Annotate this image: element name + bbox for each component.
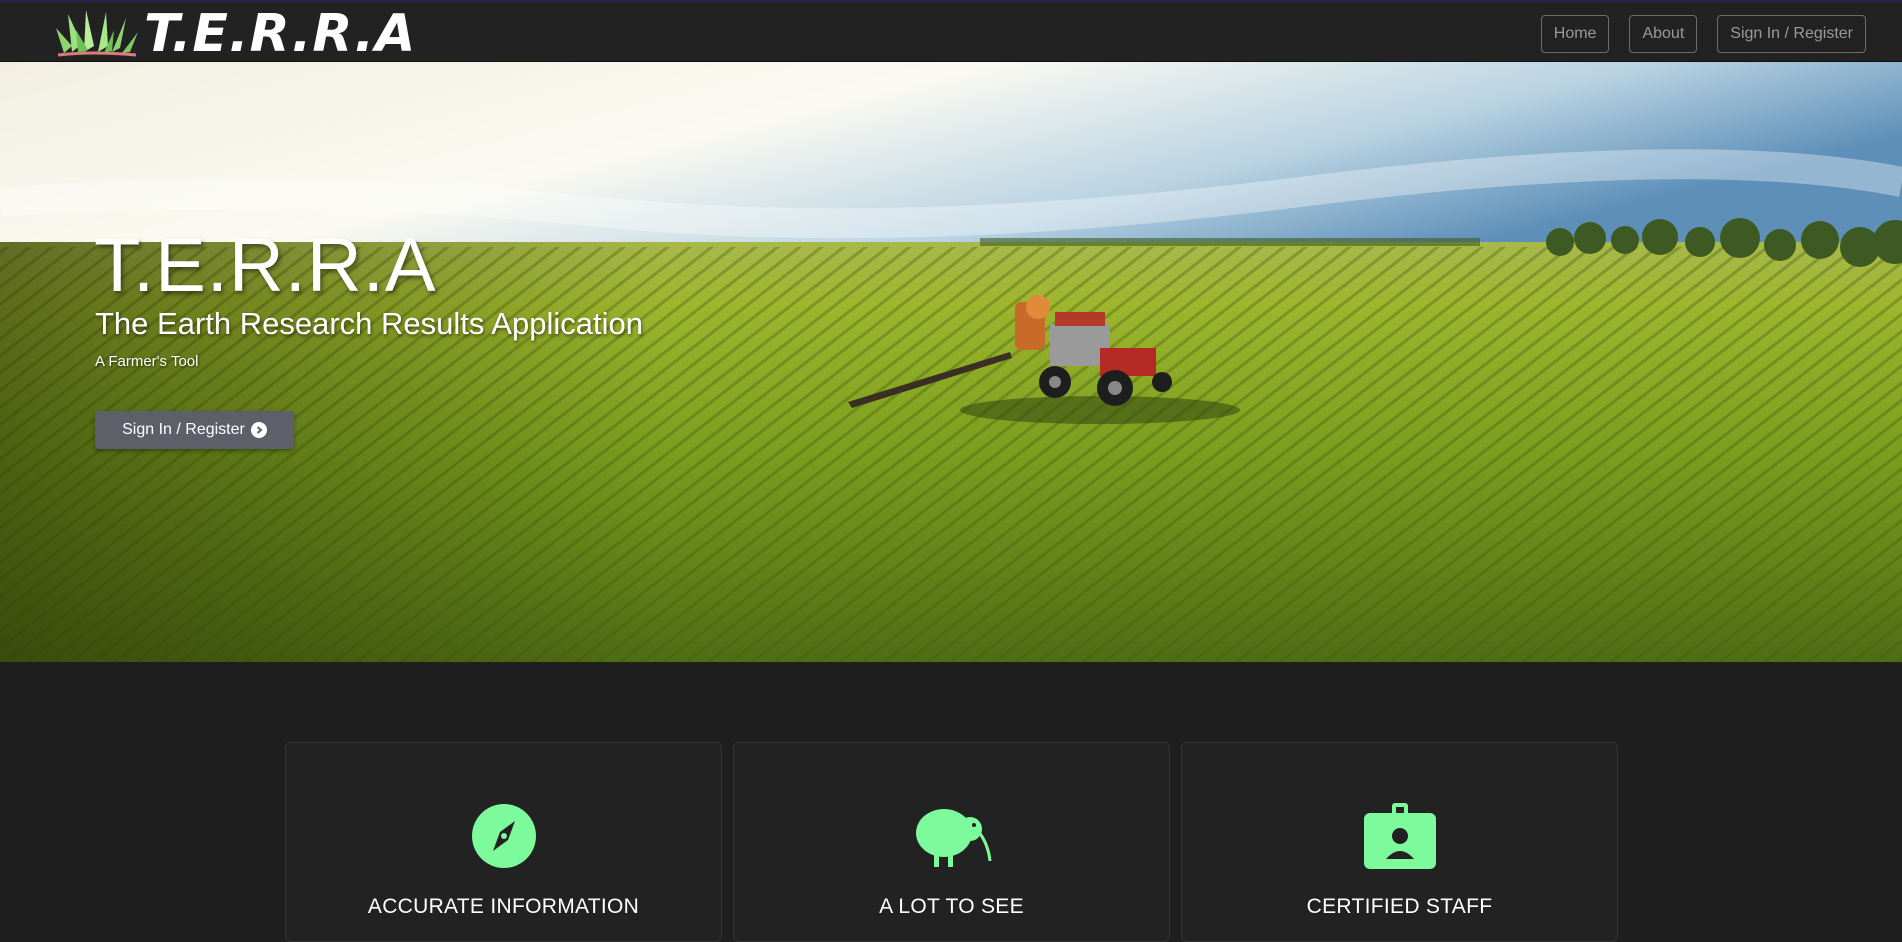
hero-title: T.E.R.R.A	[94, 223, 437, 308]
nav-sign-in-button[interactable]: Sign In / Register	[1717, 15, 1866, 53]
feature-cards: ACCURATE INFORMATION A LOT TO SEE CERTIF…	[285, 742, 1618, 942]
nav-about-button[interactable]: About	[1629, 15, 1698, 53]
navbar: T.E.R.R.A Home About Sign In / Register	[0, 0, 1902, 62]
hero-sign-in-button[interactable]: Sign In / Register	[95, 411, 294, 449]
feature-card: A LOT TO SEE	[733, 742, 1170, 942]
feature-title: A LOT TO SEE	[879, 895, 1024, 918]
hero-sign-in-label: Sign In / Register	[122, 421, 245, 438]
farm-field-image	[0, 62, 1902, 662]
brand-name: T.E.R.R.A	[144, 4, 417, 64]
hero-banner: T.E.R.R.A The Earth Research Results App…	[0, 62, 1902, 662]
id-badge-icon	[1363, 803, 1436, 869]
feature-card: CERTIFIED STAFF	[1181, 742, 1618, 942]
compass-icon	[471, 804, 536, 868]
nav-links: Home About Sign In / Register	[1540, 15, 1866, 53]
kiwi-bird-icon	[915, 809, 991, 867]
feature-title: ACCURATE INFORMATION	[367, 895, 640, 918]
hero-tagline: A Farmer's Tool	[95, 353, 199, 370]
hero-subtitle: The Earth Research Results Application	[95, 306, 643, 341]
chevron-right-circle-icon	[250, 422, 267, 438]
brand[interactable]: T.E.R.R.A	[54, 6, 416, 62]
nav-home-button[interactable]: Home	[1540, 15, 1610, 53]
agave-logo-icon	[56, 10, 138, 57]
feature-card: ACCURATE INFORMATION	[285, 742, 722, 942]
feature-title: CERTIFIED STAFF	[1306, 895, 1493, 918]
